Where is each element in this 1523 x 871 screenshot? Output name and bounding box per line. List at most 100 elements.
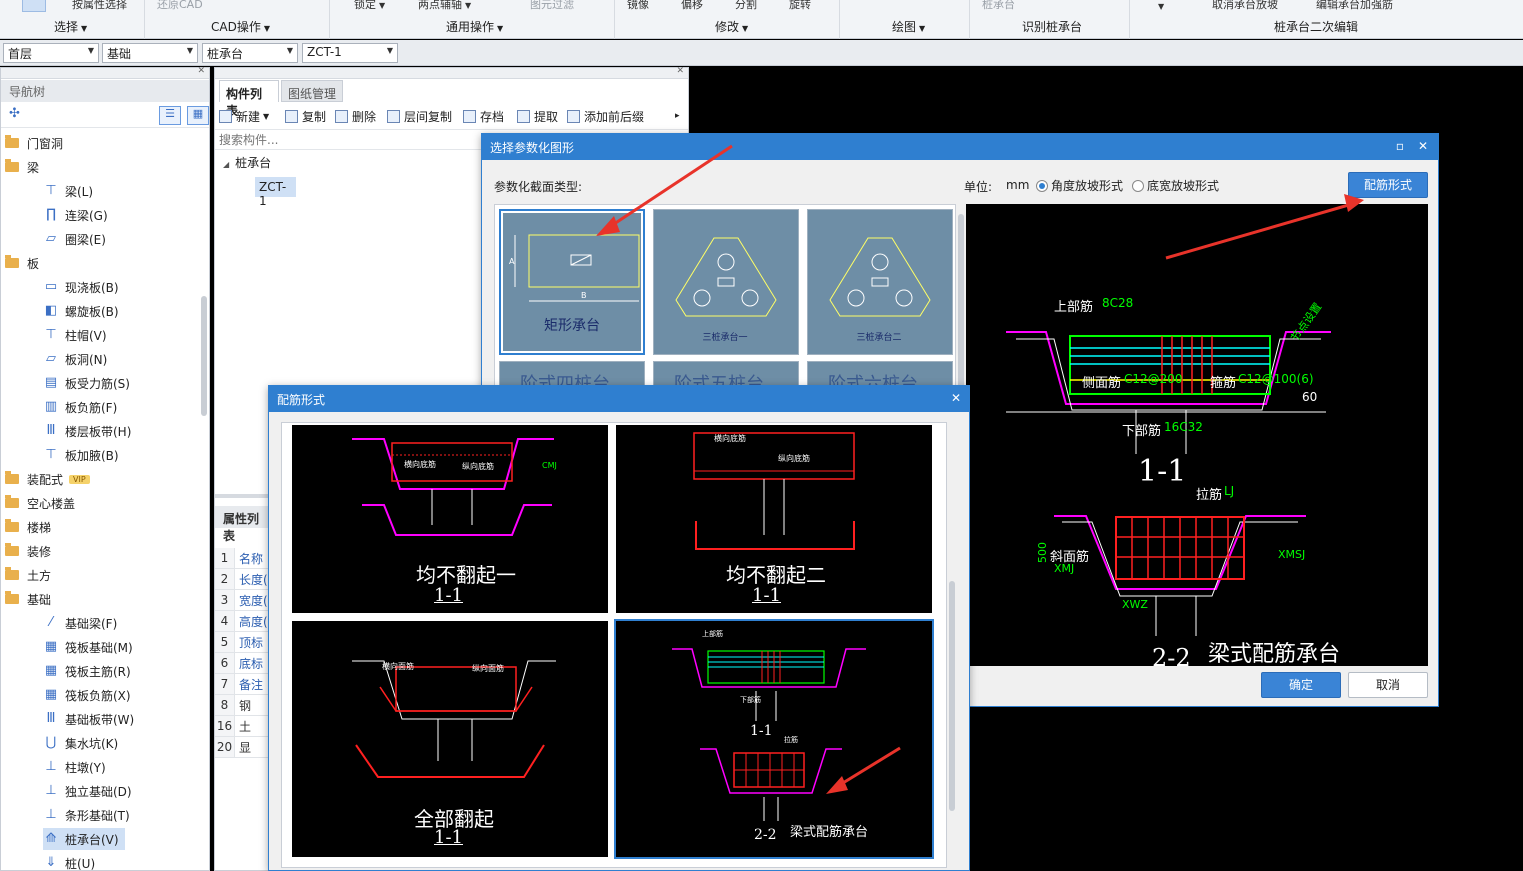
more-icon[interactable]: ▸ — [675, 104, 680, 128]
tree-root[interactable]: ◢ 桩承台 — [223, 154, 271, 171]
nav-item[interactable]: ⇓ 桩(U) — [43, 852, 101, 871]
nav-item[interactable]: ⊤ 板加腋(B) — [43, 444, 125, 466]
extract-button[interactable]: 提取 — [517, 104, 558, 128]
prop-row[interactable]: 2 长度( — [215, 569, 269, 590]
expand-icon[interactable]: ◢ — [223, 160, 229, 169]
rebar-cell-3[interactable]: 全部翻起 1-1 横向面筋 纵向面筋 — [292, 621, 608, 857]
ribbon-label-identify[interactable]: 识别桩承台 — [1022, 18, 1082, 35]
pile-cap-combo[interactable]: 桩承台 — [982, 0, 1015, 12]
nav-item[interactable]: ◧ 螺旋板(B) — [43, 300, 125, 322]
nav-item[interactable]: ▦ 筏板基础(M) — [43, 636, 139, 658]
prop-row[interactable]: 7 备注 — [215, 674, 269, 695]
prop-row[interactable]: 5 顶标 — [215, 632, 269, 653]
ok-button[interactable]: 确定 — [1261, 672, 1341, 698]
select-by-attr-button[interactable]: 按属性选择 — [72, 0, 127, 12]
ribbon-label-modify[interactable]: 修改 ▼ — [715, 18, 748, 35]
nav-scrollbar[interactable] — [201, 296, 207, 416]
restore-cad-button[interactable]: 还原CAD — [157, 0, 203, 12]
nav-item[interactable]: Ⅲ 楼层板带(H) — [43, 420, 137, 442]
select-mode-icon[interactable] — [22, 0, 46, 12]
rebar-cell-2[interactable]: 均不翻起二 1-1 横向底筋 纵向底筋 — [616, 425, 932, 613]
edit-reinforcement-button[interactable]: 编辑承台加强筋 — [1316, 0, 1393, 12]
close-icon[interactable]: ✕ — [676, 66, 684, 76]
new-button[interactable]: 新建 ▼ — [219, 104, 269, 128]
prop-row[interactable]: 6 底标 — [215, 653, 269, 674]
add-prefix-button[interactable]: 添加前后缀 — [567, 104, 644, 128]
archive-button[interactable]: 存档 — [463, 104, 504, 128]
nav-item[interactable]: ▤ 板受力筋(S) — [43, 372, 136, 394]
nav-folder[interactable]: 土方 — [5, 564, 51, 586]
thumb-three-pile-1[interactable]: 三桩承台一 — [653, 209, 799, 355]
nav-item[interactable]: ▱ 圈梁(E) — [43, 228, 112, 250]
ribbon-label-draw[interactable]: 绘图 ▼ — [892, 18, 925, 35]
category-select[interactable]: 基础 ▼ — [102, 43, 198, 63]
prop-row[interactable]: 8钢 — [215, 695, 269, 716]
prop-row[interactable]: 16 土 — [215, 716, 269, 737]
delete-button[interactable]: 删除 — [335, 104, 376, 128]
prop-row[interactable]: 20 显 — [215, 737, 269, 758]
prop-row[interactable]: 1 名称 — [215, 548, 269, 569]
copy-button[interactable]: 复制 — [285, 104, 326, 128]
nav-item[interactable]: ⊥ 柱墩(Y) — [43, 756, 112, 778]
two-point-axis-button[interactable]: 两点辅轴 ▼ — [418, 0, 471, 12]
nav-item[interactable]: ⊤ 梁(L) — [43, 180, 99, 202]
cancel-slope-button[interactable]: 取消承台放坡 — [1212, 0, 1278, 12]
nav-folder[interactable]: 楼梯 — [5, 516, 51, 538]
chevron-down-icon[interactable]: ▼ — [1158, 2, 1164, 11]
nav-item[interactable]: ▦ 筏板主筋(R) — [43, 660, 137, 682]
nav-folder[interactable]: 门窗洞 — [5, 132, 63, 154]
tree-item-zct1[interactable]: ZCT-1 — [255, 177, 296, 208]
offset-button[interactable]: 偏移 — [681, 0, 703, 12]
component-select[interactable]: ZCT-1 ▼ — [302, 43, 398, 63]
prop-row[interactable]: 4 高度( — [215, 611, 269, 632]
floor-select[interactable]: 首层 ▼ — [3, 43, 99, 63]
rotate-button[interactable]: 旋转 — [789, 0, 811, 12]
close-icon[interactable]: ✕ — [951, 391, 961, 405]
list-view-icon[interactable]: ☰ — [159, 106, 181, 125]
nav-item[interactable]: ▱ 板洞(N) — [43, 348, 113, 370]
nav-item[interactable]: ∏ 连梁(G) — [43, 204, 114, 226]
nav-folder[interactable]: 梁 — [5, 156, 39, 178]
maximize-icon[interactable]: ▫ — [1396, 139, 1404, 153]
rebar-form-button[interactable]: 配筋形式 — [1348, 172, 1428, 198]
filter-button[interactable]: 图元过滤 — [530, 0, 574, 12]
thumb-rect-cap[interactable]: A B 矩形承台 — [499, 209, 645, 355]
nav-item[interactable]: ▥ 板负筋(F) — [43, 396, 123, 418]
rebar-scrollbar[interactable] — [949, 581, 955, 811]
nav-item[interactable]: ⊥ 条形基础(T) — [43, 804, 136, 826]
close-icon[interactable]: ✕ — [1418, 139, 1428, 153]
ribbon-label-select[interactable]: 选择 ▼ — [54, 18, 87, 35]
nav-item[interactable]: ⊤ 柱帽(V) — [43, 324, 113, 346]
ribbon-label-edit2[interactable]: 桩承台二次编辑 — [1274, 18, 1358, 35]
type-select[interactable]: 桩承台 ▼ — [202, 43, 298, 63]
mirror-button[interactable]: 镜像 — [627, 0, 649, 12]
floor-copy-button[interactable]: 层间复制 — [387, 104, 452, 128]
nav-folder[interactable]: 板 — [5, 252, 39, 274]
split-button[interactable]: 分割 — [735, 0, 757, 12]
nav-folder[interactable]: 装修 — [5, 540, 51, 562]
nav-item[interactable]: ▭ 现浇板(B) — [43, 276, 125, 298]
prop-row[interactable]: 3 宽度( — [215, 590, 269, 611]
tab-component-list[interactable]: 构件列表 — [219, 80, 279, 118]
rebar-cell-1[interactable]: 均不翻起一 1-1 横向底筋 纵向底筋 CMJ — [292, 425, 608, 613]
ribbon-label-cad[interactable]: CAD操作 ▼ — [211, 18, 270, 35]
cancel-button[interactable]: 取消 — [1348, 672, 1428, 698]
nav-folder[interactable]: 装配式 VIP — [5, 468, 90, 490]
nav-folder[interactable]: 基础 — [5, 588, 51, 610]
nav-item[interactable]: ⋃ 集水坑(K) — [43, 732, 124, 754]
close-icon[interactable]: ✕ — [197, 66, 205, 76]
nav-item[interactable]: ⟰ 桩承台(V) — [43, 828, 125, 850]
lock-button[interactable]: 锁定 ▼ — [354, 0, 385, 12]
nav-folder[interactable]: 空心楼盖 — [5, 492, 75, 514]
thumb-three-pile-2[interactable]: 三桩承台二 — [807, 209, 953, 355]
radio-angle-slope[interactable]: 角度放坡形式 — [1036, 177, 1123, 194]
pin-icon[interactable]: ✣ — [9, 106, 20, 121]
ribbon-label-common[interactable]: 通用操作 ▼ — [446, 18, 503, 35]
tab-drawing-manage[interactable]: 图纸管理 — [281, 80, 343, 102]
rebar-cell-4[interactable]: 上部筋 下部筋 拉筋 1-1 2-2 梁式配筋承台 — [614, 619, 934, 859]
radio-width-slope[interactable]: 底宽放坡形式 — [1132, 177, 1219, 194]
nav-item[interactable]: ⁄ 基础梁(F) — [43, 612, 123, 634]
nav-item[interactable]: Ⅲ 基础板带(W) — [43, 708, 140, 730]
grid-view-icon[interactable]: ▦ — [187, 106, 209, 125]
nav-item[interactable]: ▦ 筏板负筋(X) — [43, 684, 137, 706]
